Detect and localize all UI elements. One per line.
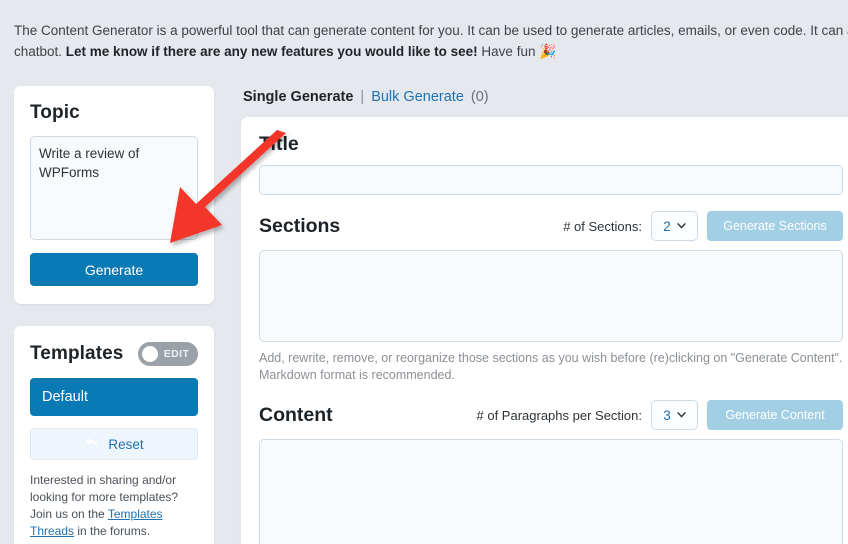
tab-single-generate[interactable]: Single Generate [243, 89, 353, 105]
paragraphs-count-value: 3 [663, 407, 671, 423]
tab-bulk-generate[interactable]: Bulk Generate [371, 89, 464, 105]
undo-arrow-icon [85, 437, 99, 448]
sections-textarea[interactable] [259, 250, 843, 342]
intro-line-1: The Content Generator is a powerful tool… [14, 23, 848, 38]
main-column: Single Generate | Bulk Generate (0) Titl… [241, 78, 848, 544]
topic-card-header: Topic [30, 102, 198, 124]
generate-sections-button[interactable]: Generate Sections [707, 211, 843, 241]
tab-separator: | [360, 89, 365, 105]
sections-count-select[interactable]: 2 [651, 211, 698, 241]
content-controls: # of Paragraphs per Section: 3 Generate … [476, 400, 843, 430]
templates-card-header: Templates EDIT [30, 342, 198, 366]
content-textarea[interactable] [259, 439, 843, 544]
sections-hint: Add, rewrite, remove, or reorganize thos… [259, 351, 843, 382]
intro-line-2-post: Have fun [477, 44, 540, 59]
edit-toggle[interactable]: EDIT [138, 342, 198, 366]
topic-textarea[interactable] [30, 136, 198, 240]
sections-count-value: 2 [663, 218, 671, 234]
template-default-button[interactable]: Default [30, 378, 198, 416]
title-input[interactable] [259, 165, 843, 195]
chevron-down-icon [677, 223, 686, 229]
content-columns: Topic Generate Templates EDIT Default [0, 78, 848, 544]
reset-label: Reset [108, 436, 144, 452]
title-row: Title [259, 133, 843, 156]
generate-button[interactable]: Generate [30, 253, 198, 286]
paragraphs-count-select[interactable]: 3 [651, 400, 698, 430]
templates-card: Templates EDIT Default Reset Interested … [14, 326, 214, 544]
intro-line-2-bold: Let me know if there are any new feature… [65, 44, 478, 59]
title-heading: Title [259, 133, 299, 155]
toggle-knob-icon [142, 346, 158, 362]
topic-card: Topic Generate [14, 86, 214, 304]
sidebar: Topic Generate Templates EDIT Default [14, 86, 214, 544]
topic-title: Topic [30, 102, 80, 123]
sections-heading: Sections [259, 214, 341, 237]
edit-toggle-label: EDIT [163, 348, 190, 360]
intro-line-2: chatbot. Let me know if there are any ne… [14, 41, 834, 62]
chevron-down-icon [677, 412, 686, 418]
content-row: Content # of Paragraphs per Section: 3 G… [259, 400, 843, 430]
generator-panel: Title Sections # of Sections: 2 Generate… [241, 117, 848, 544]
generate-tabs: Single Generate | Bulk Generate (0) [241, 78, 848, 117]
templates-note: Interested in sharing and/or looking for… [30, 472, 198, 540]
sections-row: Sections # of Sections: 2 Generate Secti… [259, 211, 843, 241]
intro-line-2-pre: chatbot. [14, 44, 66, 59]
party-popper-emoji-icon: 🎉 [539, 43, 557, 59]
sections-count-label: # of Sections: [563, 218, 642, 234]
bulk-generate-count: (0) [470, 89, 489, 105]
intro-banner: The Content Generator is a powerful tool… [0, 0, 848, 72]
generate-content-button[interactable]: Generate Content [707, 400, 843, 430]
app-root: The Content Generator is a powerful tool… [0, 0, 848, 544]
templates-note-post: in the forums. [74, 524, 151, 538]
sections-controls: # of Sections: 2 Generate Sections [563, 211, 843, 241]
content-heading: Content [259, 403, 333, 426]
reset-button[interactable]: Reset [30, 428, 198, 460]
templates-title: Templates [30, 343, 124, 364]
paragraphs-count-label: # of Paragraphs per Section: [476, 407, 643, 423]
